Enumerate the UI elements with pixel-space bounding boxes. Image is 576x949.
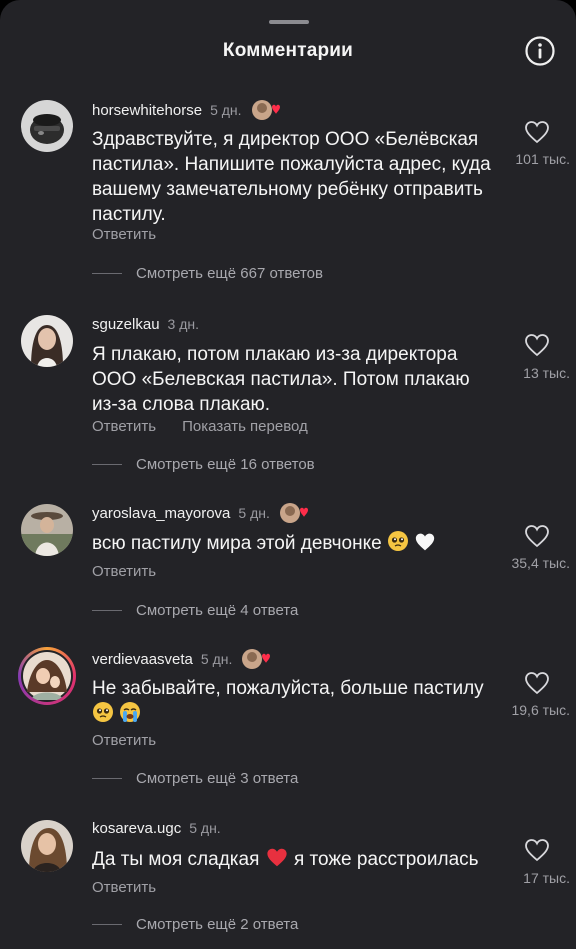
creator-liked-badge [250,99,284,121]
info-icon[interactable] [525,36,555,66]
avatar[interactable] [21,315,73,367]
view-more-replies[interactable]: Смотреть ещё 667 ответов [92,265,323,282]
crying-face-emoji [119,701,141,730]
comment-time: 5 дн. [238,505,270,521]
comment-time: 5 дн. [189,820,221,836]
view-more-replies[interactable]: Смотреть ещё 3 ответа [92,770,298,787]
page-title: Комментарии [222,40,354,61]
like-count: 19,6 тыс. [511,702,570,718]
comment-time: 5 дн. [210,102,242,118]
reply-button[interactable]: Ответить [92,879,156,896]
drag-handle[interactable] [269,20,309,24]
heart-outline-icon[interactable] [524,838,550,862]
view-more-replies[interactable]: Смотреть ещё 2 ответа [92,916,298,933]
like-count: 101 тыс. [515,151,570,167]
avatar[interactable] [21,820,73,872]
white-heart-emoji [414,532,436,559]
comment-text: Я плакаю, потом плакаю из-за директора О… [92,344,470,415]
show-translation-button[interactable]: Показать перевод [182,418,308,435]
view-more-replies[interactable]: Смотреть ещё 4 ответа [92,602,298,619]
comment-text-body: Да ты моя сладкая [92,849,260,870]
comment-username[interactable]: kosareva.ugc [92,820,181,837]
divider [92,464,122,465]
divider [92,610,122,611]
comment-username[interactable]: horsewhitehorse [92,102,202,119]
like-count: 35,4 тыс. [511,555,570,571]
pleading-face-emoji [92,701,114,730]
reply-button[interactable]: Ответить [92,732,156,749]
view-more-replies-label: Смотреть ещё 16 ответов [136,456,315,473]
comment-text: всю пастилу мира этой девчонке [92,530,492,559]
red-heart-emoji [265,847,289,875]
creator-liked-badge [278,502,312,524]
comment-username[interactable]: sguzelkau [92,316,160,333]
comment-text: Не забывайте, пожалуйста, больше пастилу [92,676,492,730]
divider [92,924,122,925]
avatar[interactable] [18,647,76,705]
comment-text: Да ты моя сладкая я тоже расстроилась [92,847,492,875]
comment-time: 3 дн. [167,316,200,332]
view-more-replies-label: Смотреть ещё 667 ответов [136,265,323,282]
creator-liked-badge [240,648,274,670]
comments-sheet: Комментарии horsewhitehorse 5 дн. Здравс… [0,0,576,949]
pleading-face-emoji [387,530,409,559]
avatar[interactable] [21,504,73,556]
divider [92,778,122,779]
reply-button[interactable]: Ответить [92,418,156,435]
heart-outline-icon[interactable] [524,333,550,357]
view-more-replies-label: Смотреть ещё 4 ответа [136,602,299,619]
view-more-replies-label: Смотреть ещё 2 ответа [136,916,299,933]
heart-outline-icon[interactable] [524,524,550,548]
like-count: 17 тыс. [523,870,570,886]
comment-text-body: всю пастилу мира этой девчонке [92,533,382,554]
view-more-replies-label: Смотреть ещё 3 ответа [136,770,299,787]
view-more-replies[interactable]: Смотреть ещё 16 ответов [92,456,315,473]
avatar-image [21,650,73,702]
avatar[interactable] [21,100,73,152]
reply-button[interactable]: Ответить [92,563,156,580]
heart-outline-icon[interactable] [524,120,550,144]
divider [92,273,122,274]
comment-username[interactable]: yaroslava_mayorova [92,505,230,522]
comment-text-body: Не забывайте, пожалуйста, больше пастилу [92,678,484,699]
comment-text-body: я тоже расстроилась [293,849,479,870]
heart-outline-icon[interactable] [524,671,550,695]
comment-username[interactable]: verdievaasveta [92,651,193,668]
comment-text: Здравствуйте, я директор ООО «Белёвская … [92,129,491,225]
comment-time: 5 дн. [200,651,233,667]
like-count: 13 тыс. [523,365,570,381]
reply-button[interactable]: Ответить [92,226,156,243]
